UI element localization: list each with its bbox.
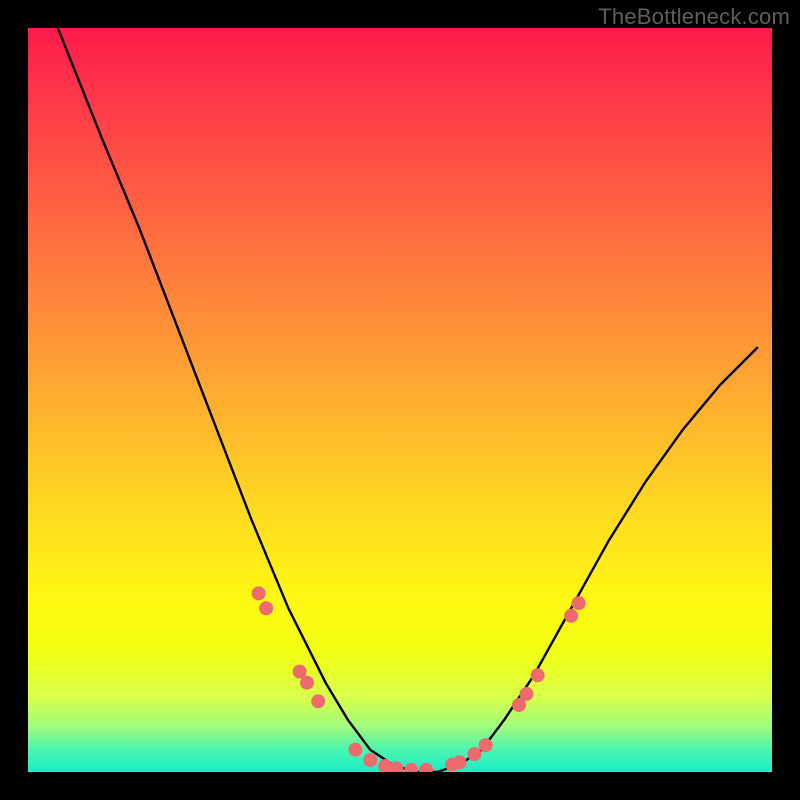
curve-marker (259, 601, 273, 615)
curve-marker (572, 596, 586, 610)
curve-marker (300, 676, 314, 690)
curve-marker (348, 743, 362, 757)
chart-frame: TheBottleneck.com (0, 0, 800, 800)
bottleneck-curve (28, 28, 772, 772)
curve-marker (531, 668, 545, 682)
curve-marker (564, 609, 578, 623)
curve-marker (252, 586, 266, 600)
curve-marker (404, 763, 418, 772)
curve-marker (363, 753, 377, 767)
curve-line (58, 28, 757, 772)
curve-marker (479, 738, 493, 752)
watermark-text: TheBottleneck.com (598, 4, 790, 30)
curve-marker (453, 755, 467, 769)
curve-marker (467, 747, 481, 761)
plot-area (28, 28, 772, 772)
curve-marker (419, 763, 433, 772)
curve-marker (311, 694, 325, 708)
curve-marker (520, 687, 534, 701)
